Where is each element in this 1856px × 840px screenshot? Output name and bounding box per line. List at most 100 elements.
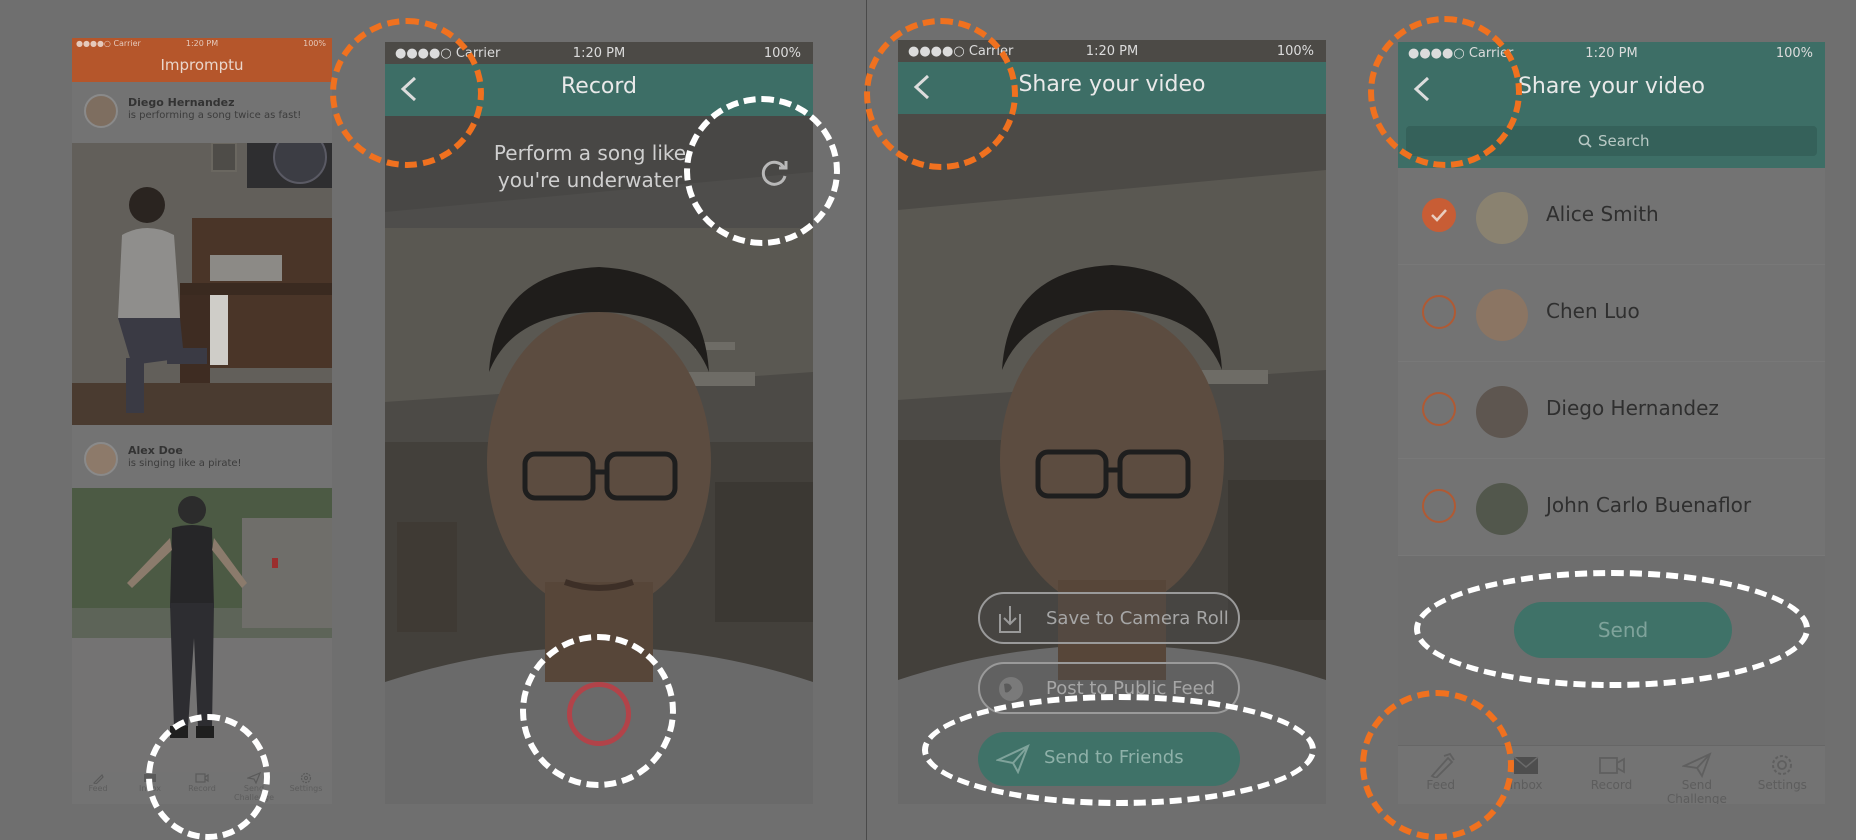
tab-label: Record xyxy=(188,784,216,793)
tab-feed[interactable]: Feed xyxy=(1398,746,1483,804)
tab-record[interactable]: Record xyxy=(176,772,228,804)
unselected-circle-icon[interactable] xyxy=(1422,489,1456,523)
battery-label: 100% xyxy=(763,46,801,61)
download-icon xyxy=(999,606,1021,633)
inbox-icon xyxy=(1513,756,1539,774)
piano-photo xyxy=(72,143,332,425)
share-navbar: Share your video xyxy=(898,62,1326,114)
paper-plane-icon xyxy=(247,772,261,784)
send-label: Send xyxy=(1597,618,1649,642)
time-label: 1:20 PM xyxy=(185,39,219,48)
feed-icon xyxy=(1430,752,1455,778)
contact-row[interactable]: Diego Hernandez xyxy=(1398,362,1825,459)
challenge-prompt-banner: Perform a song like you're underwater xyxy=(385,116,813,228)
page-title: Share your video xyxy=(1517,74,1706,99)
selected-check-icon[interactable] xyxy=(1422,198,1456,232)
time-label: 1:20 PM xyxy=(1585,46,1638,61)
button-label: Save to Camera Roll xyxy=(1046,608,1229,629)
send-area: Send xyxy=(1398,556,1825,746)
tab-label: Send Challenge xyxy=(1666,778,1727,804)
tab-send-challenge[interactable]: Send Challenge xyxy=(1654,746,1739,804)
avatar[interactable] xyxy=(84,94,118,128)
share-screen: ●●●●○ Carrier 1:20 PM 100% Share your vi… xyxy=(898,40,1326,804)
status-bar: ●●●●○ Carrier 1:20 PM 100% xyxy=(898,40,1326,62)
page-title: Record xyxy=(560,74,637,99)
contact-row[interactable]: Chen Luo xyxy=(1398,265,1825,362)
tab-settings[interactable]: Settings xyxy=(280,772,332,804)
post-user-name[interactable]: Alex Doe xyxy=(128,444,183,457)
search-input[interactable]: Search xyxy=(1406,126,1817,156)
tab-record[interactable]: Record xyxy=(1569,746,1654,804)
gear-icon xyxy=(300,772,312,784)
feed-video-thumbnail[interactable] xyxy=(72,488,332,774)
contact-name: John Carlo Buenaflor xyxy=(1546,493,1752,517)
search-placeholder: Search xyxy=(1598,132,1650,150)
feed-post-header[interactable]: Diego Hernandez is performing a song twi… xyxy=(72,88,332,136)
tab-inbox[interactable]: Inbox xyxy=(124,772,176,804)
tab-label: Feed xyxy=(1426,778,1456,792)
feed-video-thumbnail[interactable] xyxy=(72,143,332,425)
avatar xyxy=(1476,289,1528,341)
tab-send-challenge[interactable]: Send Challenge xyxy=(228,772,280,804)
panel-divider xyxy=(866,0,867,840)
send-button[interactable]: Send xyxy=(1514,602,1732,658)
post-caption: is singing like a pirate! xyxy=(128,458,242,469)
refresh-icon[interactable] xyxy=(757,156,791,190)
avatar xyxy=(1476,386,1528,438)
storyboard-canvas: ●●●●○ Carrier 1:20 PM 100% Impromptu Die… xyxy=(0,0,1856,840)
feed-icon xyxy=(92,773,104,784)
record-button[interactable] xyxy=(567,682,631,746)
status-bar: ●●●●○ Carrier 1:20 PM 100% xyxy=(72,38,332,50)
save-to-camera-roll-button[interactable]: Save to Camera Roll xyxy=(978,592,1240,644)
feed-screen: ●●●●○ Carrier 1:20 PM 100% Impromptu Die… xyxy=(72,38,332,804)
paper-plane-icon xyxy=(1681,752,1712,778)
tab-label: Settings xyxy=(289,784,323,793)
avatar[interactable] xyxy=(84,442,118,476)
post-user-name[interactable]: Diego Hernandez xyxy=(128,96,235,109)
app-header: Impromptu xyxy=(72,50,332,82)
time-label: 1:20 PM xyxy=(1085,44,1139,59)
avatar xyxy=(1476,192,1528,244)
post-to-public-feed-button[interactable]: Post to Public Feed xyxy=(978,662,1240,714)
tab-label: Record xyxy=(1590,778,1633,792)
globe-icon xyxy=(999,677,1023,701)
page-title: Share your video xyxy=(1018,72,1206,97)
status-bar: ●●●●○ Carrier 1:20 PM 100% xyxy=(1398,42,1825,64)
record-screen: ●●●●○ Carrier 1:20 PM 100% Record Perfor… xyxy=(385,42,813,804)
tab-bar: Feed Inbox Record Send Challenge Setting… xyxy=(72,772,332,804)
gear-icon xyxy=(1772,755,1793,775)
contact-name: Alice Smith xyxy=(1546,202,1659,226)
checkmark-icon xyxy=(1431,209,1447,222)
contact-row[interactable]: John Carlo Buenaflor xyxy=(1398,459,1825,556)
unselected-circle-icon[interactable] xyxy=(1422,392,1456,426)
tab-inbox[interactable]: Inbox xyxy=(1483,746,1568,804)
contact-row[interactable]: Alice Smith xyxy=(1398,168,1825,265)
contact-name: Chen Luo xyxy=(1546,299,1640,323)
search-bar: Search xyxy=(1398,116,1825,168)
tab-label: Inbox xyxy=(139,784,161,793)
unselected-circle-icon[interactable] xyxy=(1422,295,1456,329)
status-bar: ●●●●○ Carrier 1:20 PM 100% xyxy=(385,42,813,64)
send-to-friends-button[interactable]: Send to Friends xyxy=(978,732,1240,786)
feed-post-header[interactable]: Alex Doe is singing like a pirate! xyxy=(72,436,332,484)
tab-bar: Feed Inbox Record Send Challenge Setting… xyxy=(1398,745,1825,804)
button-label: Send to Friends xyxy=(1044,747,1184,768)
time-label: 1:20 PM xyxy=(572,46,626,61)
camera-icon xyxy=(1598,757,1625,774)
tab-feed[interactable]: Feed xyxy=(72,772,124,804)
inbox-icon xyxy=(144,774,156,782)
battery-label: 100% xyxy=(1276,44,1314,59)
tab-label: Feed xyxy=(88,784,108,793)
contact-name: Diego Hernandez xyxy=(1546,396,1719,420)
friends-screen: ●●●●○ Carrier 1:20 PM 100% Share your vi… xyxy=(1398,42,1825,804)
friends-navbar: Share your video xyxy=(1398,64,1825,116)
battery-label: 100% xyxy=(303,39,326,48)
pirate-photo xyxy=(72,488,332,774)
search-icon xyxy=(1578,134,1592,148)
avatar xyxy=(1476,483,1528,535)
tab-label: Inbox xyxy=(1509,778,1543,792)
tab-label: Send Challenge xyxy=(234,784,274,802)
tab-settings[interactable]: Settings xyxy=(1740,746,1825,804)
battery-label: 100% xyxy=(1775,46,1813,61)
post-caption: is performing a song twice as fast! xyxy=(128,110,302,121)
